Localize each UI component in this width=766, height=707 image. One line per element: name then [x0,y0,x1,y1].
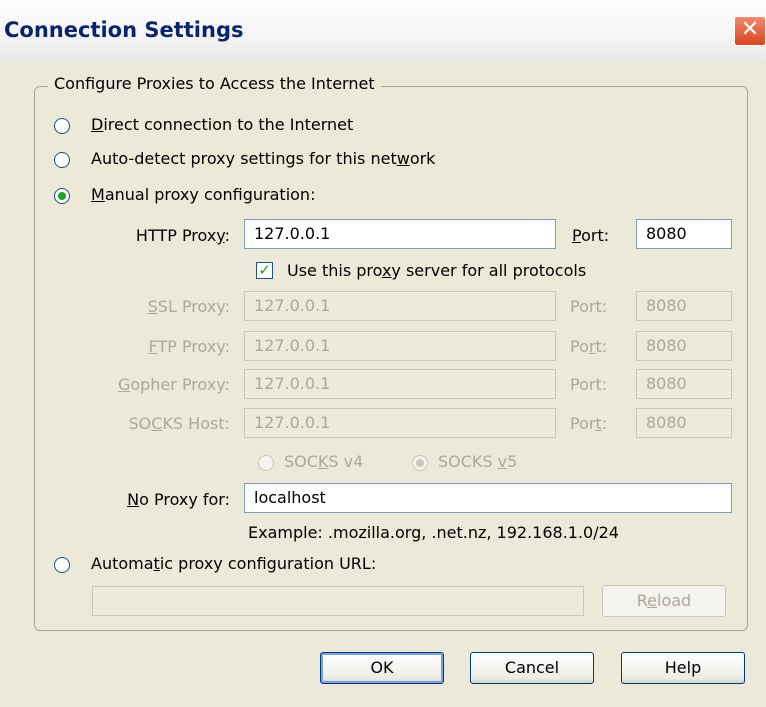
ssl-port-input[interactable]: 8080 [636,291,732,321]
http-proxy-label: HTTP Proxy: [135,226,230,245]
gopher-proxy-input[interactable]: 127.0.0.1 [244,369,556,399]
gopher-port-input[interactable]: 8080 [636,369,732,399]
gopher-port-label: Port: [570,375,608,394]
no-proxy-label: No Proxy for: [127,490,230,509]
auto-detect-label[interactable]: Auto-detect proxy settings for this netw… [91,149,435,168]
cancel-button[interactable]: Cancel [470,652,594,684]
ftp-port-input[interactable]: 8080 [636,331,732,361]
socks-v5-label[interactable]: SOCKS v5 [438,452,517,471]
ftp-port-label: Port: [570,337,608,356]
auto-config-url-radio[interactable] [54,557,70,573]
ssl-proxy-label: SSL Proxy: [147,297,230,316]
manual-proxy-label[interactable]: Manual proxy configuration: [91,185,315,204]
no-proxy-example: Example: .mozilla.org, .net.nz, 192.168.… [248,523,619,542]
reload-button[interactable]: Reload [602,585,726,617]
socks-v5-radio[interactable] [412,455,428,471]
gopher-proxy-label: Gopher Proxy: [117,375,230,394]
use-same-proxy-label[interactable]: Use this proxy server for all protocols [287,261,586,280]
ok-button[interactable]: OK [320,652,444,684]
http-proxy-input[interactable]: 127.0.0.1 [244,219,556,249]
socks-v4-label[interactable]: SOCKS v4 [284,452,363,471]
window-title: Connection Settings [4,18,244,42]
direct-connection-radio[interactable] [54,118,70,134]
ssl-port-label: Port: [570,297,608,316]
auto-config-url-input[interactable] [92,586,584,616]
help-button[interactable]: Help [621,652,745,684]
http-port-input[interactable]: 8080 [636,219,732,249]
socks-host-label: SOCKS Host: [128,414,230,433]
no-proxy-input[interactable]: localhost [244,483,732,513]
auto-config-url-label[interactable]: Automatic proxy configuration URL: [91,554,376,573]
socks-port-label: Port: [570,414,608,433]
ssl-proxy-input[interactable]: 127.0.0.1 [244,291,556,321]
socks-port-input[interactable]: 8080 [636,408,732,438]
http-port-label: Port: [572,226,610,245]
socks-host-input[interactable]: 127.0.0.1 [244,408,556,438]
use-same-proxy-checkbox[interactable]: ✓ [256,262,273,279]
close-icon: ✕ [740,17,760,42]
ftp-proxy-input[interactable]: 127.0.0.1 [244,331,556,361]
manual-proxy-radio[interactable] [54,188,70,204]
direct-connection-label[interactable]: Direct connection to the Internet [91,115,353,134]
ftp-proxy-label: FTP Proxy: [148,337,230,356]
socks-v4-radio[interactable] [258,455,274,471]
group-legend: Configure Proxies to Access the Internet [48,74,381,93]
close-button[interactable]: ✕ [734,16,766,46]
checkmark-icon: ✓ [258,261,271,279]
connection-settings-dialog: Connection Settings ✕ Configure Proxies … [0,0,766,707]
auto-detect-radio[interactable] [54,152,70,168]
title-bar[interactable]: Connection Settings ✕ [0,0,766,62]
